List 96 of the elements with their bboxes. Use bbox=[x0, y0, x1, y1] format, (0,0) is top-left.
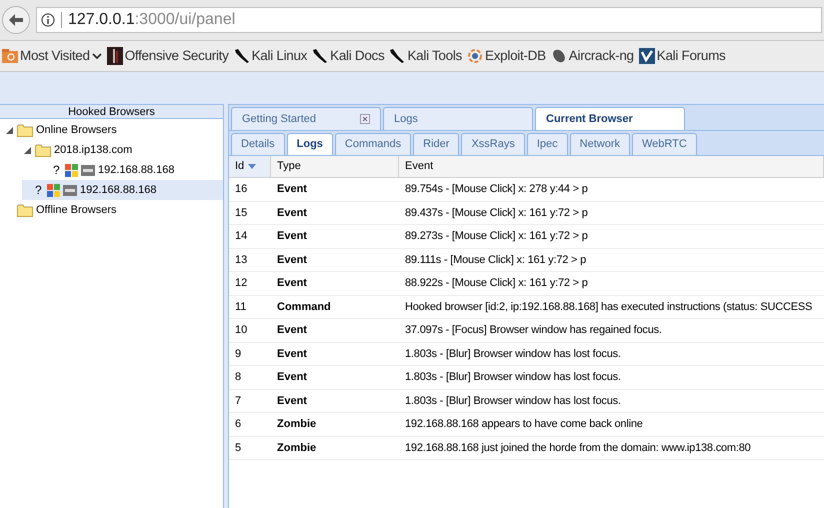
windows-logo-icon bbox=[47, 184, 60, 196]
panel-title: Hooked Browsers bbox=[0, 105, 223, 119]
table-cell-text: Hooked browser [id:2, ip:192.168.88.168] has executed instructions (status: SUCCESS bbox=[404, 300, 814, 314]
tab[interactable]: WebRTC bbox=[632, 133, 697, 155]
bookmark-link[interactable]: Offensive Security bbox=[124, 46, 229, 66]
tree-row[interactable]: 2018.ip138.com bbox=[22, 140, 223, 160]
folder-icon bbox=[17, 204, 33, 216]
table-cell-text: Event bbox=[276, 370, 308, 385]
table-cell-text: Event bbox=[276, 323, 308, 338]
table-cell-text: Event bbox=[276, 346, 308, 362]
table-cell-text: 37.097s - [Focus] Browser window has regained focus. bbox=[404, 323, 663, 338]
vm-badge-icon bbox=[81, 164, 95, 176]
back-arrow-icon bbox=[9, 14, 23, 26]
table-cell-text: 192.168.88.168 just joined the horde from the domain: www.ip138.com:80 bbox=[404, 440, 752, 456]
table-cell-text: 7 bbox=[234, 394, 242, 408]
bookmark-link[interactable]: Aircrack-ng bbox=[568, 46, 634, 66]
tab[interactable]: Ipec bbox=[526, 133, 568, 155]
tab[interactable]: Logs bbox=[383, 107, 533, 130]
close-icon[interactable] bbox=[360, 114, 370, 124]
column-header[interactable]: Id bbox=[229, 156, 271, 177]
tab[interactable]: Logs bbox=[286, 133, 333, 155]
folder-icon bbox=[35, 144, 51, 156]
table-cell-text: Event bbox=[276, 276, 308, 291]
table-cell-text: 89.111s - [Mouse Click] x: 161 y:72 > p bbox=[404, 252, 588, 268]
logo-icon bbox=[106, 47, 123, 65]
tab[interactable]: Network bbox=[570, 133, 630, 155]
tree-item[interactable]: Online Browsers bbox=[36, 122, 117, 138]
table-cell-text: 10 bbox=[234, 323, 248, 338]
tree-row[interactable]: Online Browsers bbox=[4, 120, 223, 140]
info-icon bbox=[41, 13, 55, 27]
table-cell-text: 89.437s - [Mouse Click] x: 161 y:72 > p bbox=[404, 206, 589, 220]
bookmark-link[interactable]: Exploit-DB bbox=[485, 46, 546, 66]
column-header[interactable]: Type bbox=[271, 156, 399, 177]
table-cell-text: Event bbox=[276, 252, 308, 268]
dragon-icon bbox=[234, 48, 250, 64]
table-cell-text: Command bbox=[276, 300, 332, 314]
forum-logo-icon bbox=[638, 48, 655, 64]
table-cell-text: 5 bbox=[234, 440, 242, 456]
windows-logo-icon bbox=[65, 164, 78, 176]
dragon-icon bbox=[389, 48, 406, 64]
tree-row[interactable]: ? 192.168.88.168 bbox=[40, 160, 223, 180]
table-cell-text: 89.754s - [Mouse Click] x: 278 y:44 > p bbox=[404, 182, 589, 197]
column-header[interactable]: Event bbox=[399, 156, 824, 177]
table-cell-text: 14 bbox=[234, 229, 248, 244]
table-cell-text: 11 bbox=[234, 300, 248, 314]
bookmark-link[interactable]: Kali Linux bbox=[252, 46, 308, 66]
bug-icon bbox=[467, 48, 484, 64]
tree-item[interactable]: 192.168.88.168 bbox=[80, 182, 156, 198]
bookmark-link[interactable]: Kali Docs bbox=[330, 46, 384, 66]
table-cell-text: 89.273s - [Mouse Click] x: 161 y:72 > p bbox=[404, 229, 589, 244]
address-bar[interactable]: 127.0.0.1:3000/ui/panel bbox=[36, 7, 822, 33]
bookmark-link[interactable]: Most Visited bbox=[20, 46, 90, 66]
table-cell-text: 192.168.88.168 appears to have come back online bbox=[404, 417, 644, 432]
table-cell-text: Zombie bbox=[276, 440, 318, 456]
bookmark-link[interactable]: Kali Forums bbox=[656, 46, 726, 66]
expand-arrow-icon[interactable] bbox=[6, 126, 12, 134]
expand-arrow-icon[interactable] bbox=[24, 146, 30, 154]
table-cell-text: Event bbox=[276, 206, 308, 220]
table-cell-text: 1.803s - [Blur] Browser window has lost focus. bbox=[404, 346, 622, 362]
folder-icon bbox=[2, 49, 18, 63]
sort-descending-icon bbox=[248, 164, 256, 169]
tab[interactable]: Details bbox=[231, 133, 285, 155]
table-cell-text: 12 bbox=[234, 276, 248, 291]
status-mark: ? bbox=[53, 162, 61, 179]
table-cell-text: 1.803s - [Blur] Browser window has lost focus. bbox=[404, 370, 622, 385]
table-cell-text: 8 bbox=[234, 370, 242, 385]
table-cell-text: Event bbox=[276, 394, 308, 408]
back-button[interactable] bbox=[2, 6, 30, 34]
tab[interactable]: XssRays bbox=[461, 133, 525, 155]
folder-icon bbox=[17, 124, 33, 136]
table-cell-text: 6 bbox=[234, 417, 242, 432]
table-cell-text: 13 bbox=[234, 252, 248, 268]
table-cell-text: 88.922s - [Mouse Click] x: 161 y:72 > p bbox=[404, 276, 589, 291]
table-cell-text: 9 bbox=[234, 346, 242, 362]
tab[interactable]: Rider bbox=[413, 133, 460, 155]
tree-item[interactable]: 2018.ip138.com bbox=[54, 142, 132, 158]
tab[interactable]: Current Browser bbox=[535, 107, 685, 130]
tree-item[interactable]: Offline Browsers bbox=[36, 202, 116, 218]
dragon-icon bbox=[312, 48, 328, 64]
table-cell-text: 15 bbox=[234, 206, 248, 220]
bookmark-link[interactable]: Kali Tools bbox=[407, 46, 462, 66]
table-cell-text: Zombie bbox=[276, 417, 318, 432]
tree-item[interactable]: 192.168.88.168 bbox=[98, 162, 174, 178]
table-cell-text: Event bbox=[276, 229, 308, 244]
tree-row[interactable]: Offline Browsers bbox=[4, 200, 223, 220]
table-cell-text: Event bbox=[276, 182, 308, 197]
table-cell-text: 16 bbox=[234, 182, 248, 197]
table-cell-text: 1.803s - [Blur] Browser window has lost focus. bbox=[404, 394, 622, 408]
tree-row[interactable]: ? 192.168.88.168 bbox=[22, 180, 223, 200]
chevron-down-icon bbox=[92, 53, 102, 59]
tab[interactable]: Getting Started bbox=[231, 107, 381, 130]
url-path: :3000/ui/panel bbox=[134, 10, 236, 30]
url-host: 127.0.0.1 bbox=[68, 10, 135, 30]
status-mark: ? bbox=[35, 182, 43, 199]
vm-badge-icon bbox=[63, 184, 77, 196]
tab[interactable]: Commands bbox=[334, 133, 412, 155]
